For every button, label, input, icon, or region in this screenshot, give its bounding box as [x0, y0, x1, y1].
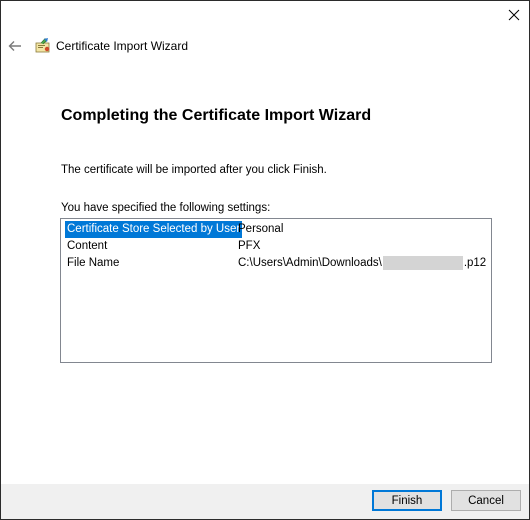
settings-value: C:\Users\Admin\Downloads\ .p12: [238, 255, 486, 272]
back-button[interactable]: [5, 37, 25, 55]
settings-key: Certificate Store Selected by User: [65, 221, 243, 238]
redacted-filename: [382, 255, 463, 270]
settings-label: You have specified the following setting…: [61, 202, 271, 214]
footer-bar: Finish Cancel: [1, 484, 529, 519]
info-text: The certificate will be imported after y…: [61, 164, 327, 176]
file-path-prefix: C:\Users\Admin\Downloads\: [238, 257, 382, 269]
settings-list[interactable]: Certificate Store Selected by User Perso…: [60, 218, 492, 363]
settings-value: PFX: [238, 240, 261, 252]
close-icon: [508, 9, 520, 21]
settings-value: Personal: [238, 223, 284, 235]
certificate-wizard-icon: [34, 37, 52, 55]
close-button[interactable]: [499, 1, 529, 29]
wizard-title: Certificate Import Wizard: [56, 39, 189, 53]
back-arrow-icon: [8, 41, 21, 51]
settings-key: Content: [67, 240, 108, 252]
file-extension: .p12: [463, 257, 487, 269]
page-heading: Completing the Certificate Import Wizard: [61, 107, 372, 124]
cancel-button[interactable]: Cancel: [451, 490, 521, 511]
settings-key: File Name: [67, 257, 120, 269]
dialog-window: Certificate Import Wizard Completing the…: [0, 0, 530, 520]
finish-button[interactable]: Finish: [372, 490, 442, 511]
